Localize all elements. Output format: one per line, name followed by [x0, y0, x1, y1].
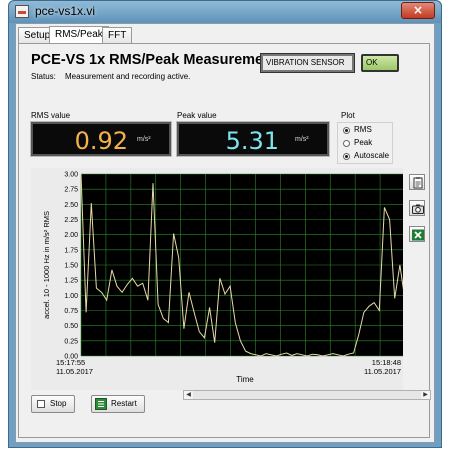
rms-peak-panel: PCE-VS 1x RMS/Peak Measurement Status: M…: [18, 43, 431, 438]
page-title: PCE-VS 1x RMS/Peak Measurement: [31, 52, 277, 68]
peak-display: 5.31 m/s²: [176, 121, 330, 157]
chart-area: 0.00 0.25 0.50 0.75 1.00 1.25 1.50 1.75 2.00 2.25…: [31, 168, 403, 390]
status-text: Measurement and recording active.: [65, 72, 191, 81]
excel-export-button[interactable]: [409, 226, 425, 242]
ok-button[interactable]: OK: [361, 54, 399, 72]
scroll-right-icon[interactable]: ▶: [421, 391, 430, 399]
y-tick-label: 0.50: [64, 323, 78, 330]
radio-peak-label: Peak: [354, 138, 373, 147]
labview-app-icon: [15, 5, 29, 18]
radio-autoscale[interactable]: [343, 153, 350, 160]
rms-value: 0.92: [74, 127, 128, 155]
close-button[interactable]: ×: [401, 2, 435, 19]
window-title: pce-vs1x.vi: [35, 4, 96, 18]
y-tick-label: 2.25: [64, 217, 78, 224]
radio-peak[interactable]: [343, 140, 350, 147]
x-end-time: 15:18:48: [372, 358, 401, 367]
y-axis-label: accel. 10 - 1000 Hz in m/s² RMS: [42, 211, 51, 319]
rms-value-label: RMS value: [31, 111, 71, 120]
y-tick-label: 2.75: [64, 187, 78, 194]
y-tick-label: 1.00: [64, 293, 78, 300]
y-tick-label: 2.00: [64, 232, 78, 239]
stop-label: Stop: [50, 399, 67, 408]
client-area: Setup RMS/Peak FFT PCE-VS 1x RMS/Peak Me…: [15, 23, 435, 443]
rms-unit: m/s²: [137, 136, 151, 143]
x-end-date: 11.05.2017: [364, 367, 401, 376]
camera-button[interactable]: [409, 200, 425, 216]
peak-unit: m/s²: [295, 136, 309, 143]
stop-checkbox-icon: [37, 400, 45, 408]
radio-rms-label: RMS: [354, 125, 372, 134]
y-tick-label: 3.00: [64, 172, 78, 179]
y-tick-label: 0.25: [64, 338, 78, 345]
x-start-time: 15:17:55: [56, 358, 85, 367]
y-tick-label: 0.75: [64, 308, 78, 315]
y-tick-label: 2.50: [64, 202, 78, 209]
tab-fft[interactable]: FFT: [102, 27, 133, 44]
plot-label: Plot: [341, 111, 355, 120]
restart-button[interactable]: Restart: [91, 395, 145, 413]
radio-rms[interactable]: [343, 127, 350, 134]
clipboard-button[interactable]: [409, 174, 425, 190]
restart-icon: [95, 398, 107, 410]
x-start-date: 11.05.2017: [56, 367, 93, 376]
scroll-left-icon[interactable]: ◀: [184, 391, 193, 399]
y-tick-label: 1.50: [64, 263, 78, 270]
radio-autoscale-label: Autoscale: [354, 151, 390, 160]
peak-value-label: Peak value: [177, 111, 217, 120]
status-label: Status:: [31, 72, 56, 81]
chart-scrollbar[interactable]: ◀ ▶: [183, 390, 431, 400]
excel-icon: [412, 229, 424, 241]
plot-options: RMS Peak Autoscale: [337, 122, 393, 164]
y-tick-label: 1.25: [64, 278, 78, 285]
stop-button[interactable]: Stop: [31, 395, 75, 413]
y-tick-labels: 0.000.250.500.751.001.251.501.752.002.25…: [64, 172, 78, 361]
peak-value: 5.31: [225, 127, 279, 155]
rms-display: 0.92 m/s²: [30, 121, 172, 157]
camera-icon: [412, 204, 424, 214]
rms-chart: 0.000.250.500.751.001.251.501.752.002.25…: [42, 172, 403, 384]
restart-label: Restart: [111, 399, 137, 408]
y-tick-label: 1.75: [64, 247, 78, 254]
title-bar[interactable]: pce-vs1x.vi ×: [9, 1, 441, 23]
x-axis-label: Time: [236, 375, 254, 384]
app-window: pce-vs1x.vi × Setup RMS/Peak FFT PCE-VS …: [8, 0, 442, 448]
clipboard-icon: [413, 177, 423, 189]
vibration-sensor-button[interactable]: VIBRATION SENSOR: [260, 53, 355, 73]
